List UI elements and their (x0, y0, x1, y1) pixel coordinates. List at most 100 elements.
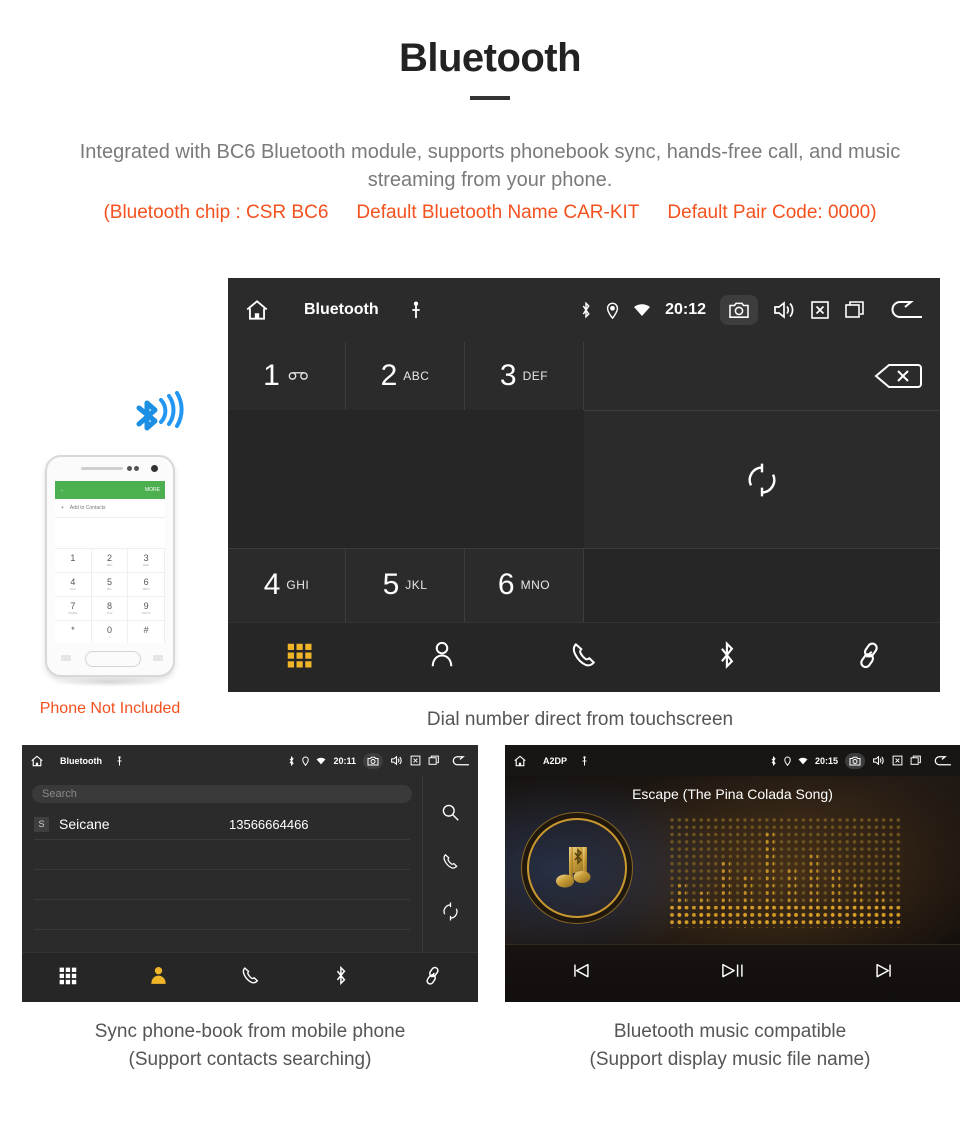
recent-apps-icon[interactable] (844, 300, 866, 320)
bluetooth-signal-icon (136, 391, 184, 431)
camera-icon[interactable] (720, 295, 758, 325)
avatar: S (34, 816, 49, 832)
dialpad-key-4[interactable]: 4 GHI (228, 549, 345, 621)
music-clock: 20:15 (814, 755, 838, 766)
close-box-icon[interactable] (892, 755, 903, 766)
dialpad-key-1[interactable]: 1 (228, 342, 345, 410)
contact-name: Seicane (59, 816, 110, 832)
home-icon[interactable] (244, 297, 270, 323)
camera-icon[interactable] (845, 752, 865, 769)
table-row[interactable]: S Seicane 13566664466 (34, 809, 410, 840)
home-icon[interactable] (30, 754, 44, 768)
sync-button[interactable] (584, 411, 940, 548)
location-icon (302, 756, 310, 766)
search-input[interactable]: Search (32, 785, 412, 803)
track-title: Escape (The Pina Colada Song) (632, 786, 833, 802)
bluetooth-icon (717, 640, 737, 675)
back-arrow-icon[interactable] (934, 755, 952, 767)
volume-icon[interactable] (872, 755, 885, 766)
play-pause-button[interactable] (657, 962, 809, 984)
nav-item-contacts[interactable] (113, 965, 204, 991)
dialer-title: Bluetooth (304, 301, 379, 318)
phone-number-field (55, 518, 165, 549)
nav-item-keypad[interactable] (22, 965, 113, 991)
phone-earpiece (81, 467, 123, 470)
bluetooth-icon (580, 301, 592, 319)
table-row[interactable] (34, 899, 410, 930)
previous-track-icon (569, 962, 593, 984)
music-caption-line1: Bluetooth music compatible (613, 1021, 847, 1042)
handset-icon (569, 640, 599, 675)
handset-icon[interactable] (441, 852, 460, 876)
dialer-right-panel (584, 342, 940, 548)
music-title: A2DP (543, 755, 568, 766)
wifi-icon (316, 757, 326, 765)
phone-key-4: 4 GHI (55, 573, 92, 597)
spec-chip: (Bluetooth chip : CSR BC6 (103, 202, 329, 223)
dialpad-icon (284, 640, 314, 675)
dialpad-key-6[interactable]: 6 MNO (465, 549, 583, 621)
album-art (527, 818, 627, 918)
dialpad-key-2[interactable]: 2 ABC (346, 342, 464, 410)
phone-shadow (51, 677, 169, 687)
phone-key-6: 6 MNO (128, 573, 165, 597)
location-icon (784, 756, 791, 766)
bluetooth-music-note-icon (556, 847, 591, 888)
dialpad-key-5[interactable]: 5 JKL (346, 549, 464, 621)
phone-home-key (85, 651, 141, 667)
contact-number: 13566664466 (229, 816, 309, 832)
dialpad-key-3[interactable]: 3 DEF (465, 342, 583, 410)
phone-key-3: 3 DEF (128, 549, 165, 573)
recent-apps-icon[interactable] (428, 755, 440, 766)
wifi-icon (633, 303, 651, 317)
phone-key-1: 1 (55, 549, 92, 573)
phone-menu-key (61, 655, 71, 661)
table-row[interactable] (34, 839, 410, 870)
back-arrow-icon: ← (60, 487, 65, 493)
previous-button[interactable] (505, 962, 657, 984)
spec-device-name: Default Bluetooth Name CAR-KIT (356, 202, 640, 223)
nav-item-call-log[interactable] (204, 965, 295, 991)
music-stage: Escape (The Pina Colada Song) (505, 776, 960, 945)
volume-icon[interactable] (772, 300, 796, 320)
handset-icon (240, 965, 261, 991)
music-status-bar: A2DP 20:15 (505, 745, 960, 776)
nav-item-bluetooth[interactable] (655, 640, 797, 675)
table-row[interactable] (34, 869, 410, 900)
back-arrow-icon[interactable] (452, 755, 470, 767)
music-caption: Bluetooth music compatible (Support disp… (500, 1018, 960, 1074)
phone-appbar: ← MORE (55, 481, 165, 499)
phone-key-9: 9 WXYZ (128, 597, 165, 621)
sync-icon[interactable] (441, 902, 460, 926)
spec-line: (Bluetooth chip : CSR BC6 Default Bluetoo… (20, 202, 960, 224)
nav-item-call-log[interactable] (513, 640, 655, 675)
phonebook-caption: Sync phone-book from mobile phone (Suppo… (20, 1018, 480, 1074)
phonebook-navbar (22, 952, 478, 1002)
next-button[interactable] (808, 962, 960, 984)
nav-item-contacts[interactable] (370, 640, 512, 675)
search-icon[interactable] (441, 803, 460, 827)
back-arrow-icon[interactable] (890, 299, 924, 321)
nav-item-pair[interactable] (387, 965, 478, 991)
link-icon (854, 640, 884, 675)
nav-item-bluetooth[interactable] (296, 965, 387, 991)
link-icon (422, 965, 443, 991)
music-caption-line2: (Support display music file name) (589, 1049, 871, 1070)
dialer-navbar (228, 622, 940, 692)
nav-item-pair[interactable] (798, 640, 940, 675)
camera-icon[interactable] (363, 752, 383, 769)
nav-item-keypad[interactable] (228, 640, 370, 675)
close-box-icon[interactable] (410, 755, 421, 766)
volume-icon[interactable] (390, 755, 403, 766)
phonebook-body: Search S Seicane 13566664466 (22, 776, 478, 953)
recent-apps-icon[interactable] (910, 755, 922, 766)
bluetooth-icon (288, 755, 295, 766)
dialer-screen: Bluetooth 20:12 1 2 ABC 3 DEF 4 GHI 5 JK… (228, 278, 940, 692)
dialer-clock: 20:12 (665, 301, 706, 318)
music-controls (505, 944, 960, 1002)
phone-key-star: * (55, 621, 92, 643)
home-icon[interactable] (513, 754, 527, 768)
close-box-icon[interactable] (810, 300, 830, 320)
phone-key-2: 2 ABC (91, 549, 129, 573)
backspace-button[interactable] (584, 342, 940, 410)
